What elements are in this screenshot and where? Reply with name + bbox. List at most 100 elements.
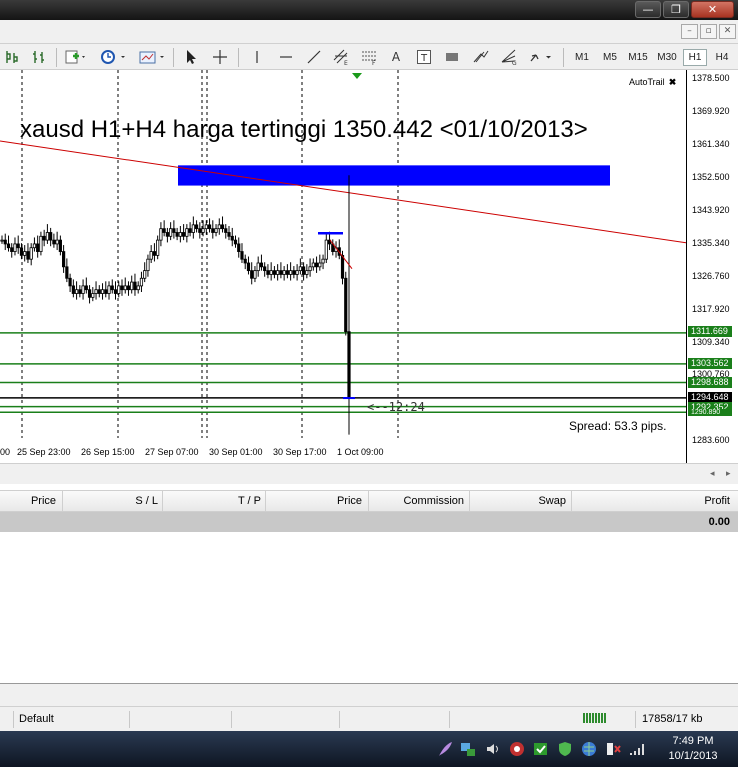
scroll-left-icon[interactable]: ◂ [710, 468, 715, 479]
security-check-icon[interactable] [532, 740, 550, 758]
candle-body [162, 228, 166, 233]
timeframe-h4[interactable]: H4 [710, 49, 734, 66]
gann-fan-icon[interactable]: G [497, 47, 521, 67]
x-tick-label: 1 Oct 09:00 [337, 447, 384, 457]
shift-marker [352, 73, 362, 79]
candle-body [32, 243, 37, 249]
timeframe-m1[interactable]: M1 [570, 49, 594, 66]
timeframe-m15[interactable]: M15 [625, 49, 651, 66]
maximize-button[interactable]: ❐ [663, 1, 689, 18]
connection-bars-icon [583, 713, 606, 723]
horizontal-line-icon[interactable] [274, 47, 298, 67]
candle-body [3, 239, 7, 245]
price-chart[interactable]: xausd H1+H4 harga tertinggi 1350.442 <01… [0, 70, 738, 463]
autotrail-close-icon[interactable]: ✖ [669, 77, 677, 87]
shield-icon[interactable] [556, 740, 574, 758]
col-sl[interactable]: S / L [63, 491, 163, 511]
toolbar: E F A T G M1 M5 M15 M30 H1 H4 [0, 44, 738, 70]
candle-body [217, 224, 221, 230]
level-price-badge: 1290.890 [688, 409, 732, 416]
taskbar: 7:49 PM 10/1/2013 [0, 731, 738, 767]
col-commission[interactable]: Commission [369, 491, 470, 511]
candle-body [188, 228, 192, 233]
terminal-panel: Price S / L T / P Price Commission Swap … [0, 484, 738, 706]
volume-icon[interactable] [484, 740, 502, 758]
chart-close-button[interactable]: ✕ [719, 24, 736, 39]
candlestick-chart-icon[interactable] [2, 47, 22, 67]
candle-body [298, 266, 302, 272]
terminal-tabs-bar [0, 683, 738, 706]
scroll-right-icon[interactable]: ▸ [726, 468, 731, 479]
chart-restore-button[interactable]: ▫ [700, 24, 717, 39]
spread-label: Spread: 53.3 pips. [569, 419, 667, 433]
candle-body [230, 235, 234, 241]
clock-icon[interactable] [97, 47, 129, 67]
candle-body [178, 232, 182, 237]
bar-chart-icon[interactable] [28, 47, 50, 67]
arrows-icon[interactable] [526, 47, 556, 67]
vertical-line-icon[interactable] [246, 47, 268, 67]
col-current-price[interactable]: Price [266, 491, 369, 511]
cursor-icon[interactable] [180, 47, 202, 67]
col-swap[interactable]: Swap [470, 491, 572, 511]
globe-icon[interactable] [580, 740, 598, 758]
col-profit[interactable]: Profit [572, 491, 738, 511]
candle-body [198, 228, 202, 233]
candle-body [97, 289, 101, 294]
col-tp[interactable]: T / P [163, 491, 266, 511]
equidistant-channel-icon[interactable]: E [328, 47, 354, 67]
chart-scrollbar[interactable]: ◂ ▸ [0, 463, 738, 484]
candle-body [282, 270, 286, 275]
candle-body [159, 228, 163, 241]
candle-body [152, 251, 157, 256]
minimize-button[interactable]: — [635, 1, 661, 18]
y-tick-label: 1343.920 [692, 205, 730, 215]
chart-minimize-button[interactable]: – [681, 24, 698, 39]
status-cell [231, 711, 339, 728]
candle-body [172, 228, 176, 233]
crosshair-icon[interactable] [208, 47, 232, 67]
andrews-pitchfork-icon[interactable] [469, 47, 493, 67]
action-center-icon[interactable] [604, 740, 622, 758]
timeframe-m5[interactable]: M5 [598, 49, 622, 66]
candle-body [110, 285, 114, 291]
candle-body [185, 228, 189, 237]
fibonacci-icon[interactable]: F [356, 47, 382, 67]
candle-body [113, 289, 118, 294]
candle-body [233, 239, 238, 245]
total-profit: 0.00 [708, 516, 730, 528]
toolbar-separator [563, 48, 564, 67]
network-share-icon[interactable] [459, 740, 477, 758]
candle-body [65, 266, 69, 279]
text-label-icon[interactable]: T [413, 47, 435, 67]
templates-icon[interactable] [136, 47, 168, 67]
new-chart-icon[interactable] [62, 47, 90, 67]
candle-body [100, 289, 105, 294]
rectangle-icon[interactable] [441, 47, 463, 67]
candle-body [49, 232, 53, 241]
timeframe-h1[interactable]: H1 [683, 49, 707, 66]
candle-body [243, 258, 247, 264]
x-tick-label: 30 Sep 17:00 [273, 447, 327, 457]
candle-body [308, 266, 312, 272]
trendline-icon[interactable] [302, 47, 326, 67]
system-clock[interactable]: 7:49 PM 10/1/2013 [658, 734, 728, 764]
candle-body [318, 262, 322, 268]
candle-body [45, 232, 50, 241]
timeframe-m30[interactable]: M30 [654, 49, 680, 66]
balance-row[interactable]: 0.00 [0, 512, 738, 532]
col-price[interactable]: Price [0, 491, 63, 511]
close-button[interactable]: ✕ [691, 1, 734, 18]
candle-body [194, 224, 199, 230]
feather-icon[interactable] [436, 740, 454, 758]
terminal-header: Price S / L T / P Price Commission Swap … [0, 490, 738, 512]
profile-name: Default [13, 711, 129, 728]
text-tool-icon[interactable]: A [386, 47, 406, 67]
title-bar: — ❐ ✕ [0, 0, 738, 20]
candle-body [143, 270, 147, 279]
candle-body [123, 285, 127, 291]
candle-body [220, 224, 225, 230]
svg-text:E: E [344, 60, 348, 66]
signal-strength-icon[interactable] [628, 740, 646, 758]
bluetooth-icon[interactable] [508, 740, 526, 758]
